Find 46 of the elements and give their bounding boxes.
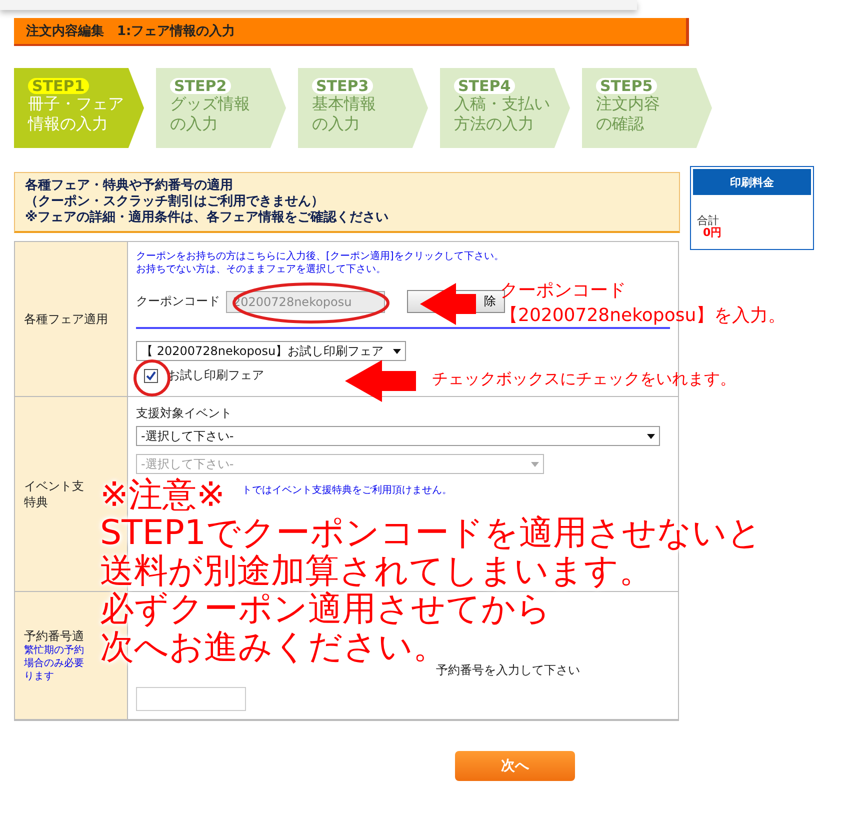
arrow-icon (420, 283, 476, 325)
hint-text: お持ちでない方は、そのままフェアを選択して下さい。 (136, 263, 386, 276)
warning-text: 必ずクーポン適用させてから (100, 590, 551, 628)
step-label: 方法の入力 (454, 114, 534, 134)
highlight-circle (134, 360, 170, 396)
arrow-icon (345, 360, 416, 402)
fair-checkbox[interactable] (144, 368, 158, 382)
step-badge: STEP4 (454, 78, 515, 94)
event-select[interactable]: -選択して下さい- (136, 426, 660, 446)
price-title: 印刷料金 (693, 169, 811, 195)
row-label: 予約番号適 (24, 628, 84, 644)
row-label: 各種フェア適用 (24, 311, 108, 327)
reservation-field[interactable] (136, 687, 246, 711)
step-label: の確認 (596, 114, 644, 134)
total-label: 合計 (697, 215, 720, 227)
hint-text: クーポンをお持ちの方はこちらに入力後、[クーポン適用]をクリックして下さい。 (136, 250, 504, 263)
warning-text: 送料が別途加算されてしまいます。 (100, 552, 653, 590)
row-note: ります (24, 670, 54, 683)
step-label: グッズ情報 (170, 94, 250, 114)
fair-select[interactable]: 【 20200728nekoposu】お試し印刷フェア (136, 341, 406, 361)
row-label: イベント支 (24, 478, 84, 494)
row-note: 繁忙期の予約 (24, 644, 84, 657)
step-label: 基本情報 (312, 94, 376, 114)
step-badge: STEP5 (596, 78, 657, 94)
notice-text: （クーポン・スクラッチ割引はご利用できません） (25, 194, 325, 210)
total-value: 0円 (703, 227, 723, 239)
warning-text: ※注意※ (100, 476, 225, 514)
step-label: 注文内容 (596, 94, 660, 114)
row-note: 場合のみ必要 (24, 657, 84, 670)
page-title: 注文内容編集 1:フェア情報の入力 (14, 18, 689, 46)
coupon-label: クーポンコード (136, 293, 220, 310)
step-badge: STEP3 (312, 78, 373, 94)
annotation-text: チェックボックスにチェックをいれます。 (432, 369, 736, 388)
event-note: トではイベント支援特典をご利用頂けません。 (242, 484, 452, 497)
row-label: 特典 (24, 494, 48, 510)
step-label: の入力 (312, 114, 360, 134)
step-label: 入稿・支払い (454, 94, 550, 114)
step-label: の入力 (170, 114, 218, 134)
step-label: 冊子・フェア (28, 94, 124, 114)
step-label: 情報の入力 (28, 114, 108, 134)
step-badge: STEP1 (28, 78, 89, 94)
notice-text: 各種フェア・特典や予約番号の適用 (25, 178, 234, 194)
notice-text: ※フェアの詳細・適用条件は、各フェア情報をご確認ください (25, 210, 390, 226)
event-label: 支援対象イベント (136, 405, 233, 422)
warning-text: STEP1でクーポンコードを適用させないと (100, 514, 762, 552)
step-badge: STEP2 (170, 78, 231, 94)
